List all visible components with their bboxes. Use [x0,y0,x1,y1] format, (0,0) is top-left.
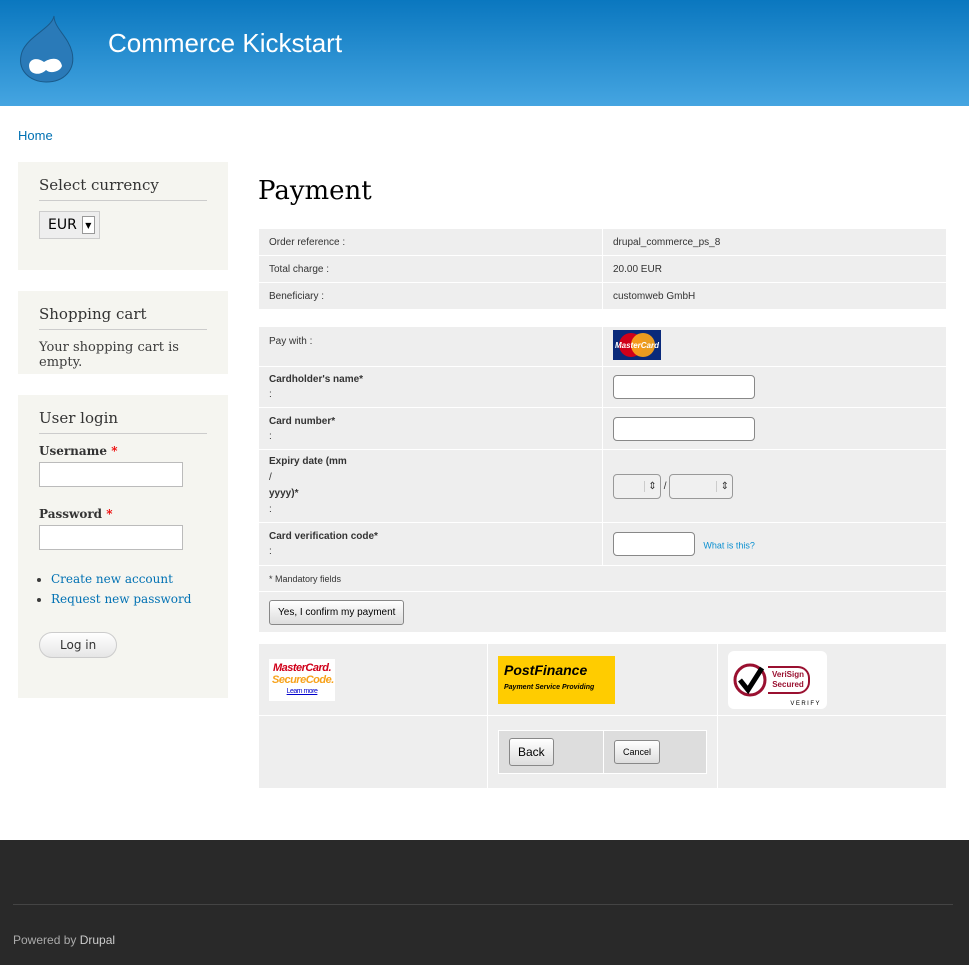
request-password-link[interactable]: Request new password [51,592,191,606]
postfinance-logo: PostFinance Payment Service Providing [498,655,615,704]
info-label: Order reference : [258,228,603,256]
footer-divider [13,904,953,905]
info-label: Total charge : [258,255,603,283]
block-title: User login [39,409,207,434]
svg-text:MasterCard: MasterCard [615,341,660,350]
dropdown-arrow-icon: ▼ [81,216,95,234]
info-value: 20.00 EUR [602,255,947,283]
info-value: customweb GmbH [602,282,947,310]
mastercard-logo-icon: MasterCard [613,330,661,360]
learn-more-link[interactable]: Learn more [272,686,332,698]
info-value: drupal_commerce_ps_8 [602,228,947,256]
expiry-year-select[interactable]: ⇕ [669,473,734,499]
cvc-label: Card verification code* [269,531,378,542]
site-name[interactable]: Commerce Kickstart [108,28,342,59]
breadcrumb-home[interactable]: Home [18,128,53,143]
block-title: Shopping cart [39,305,207,330]
cvc-input[interactable] [613,532,695,556]
currency-block: Select currency EUR ▼ [18,162,228,270]
powered-by: Powered by Drupal [13,933,116,947]
cardholder-label: Cardholder's name* [269,374,364,385]
table-row: Beneficiary : customweb GmbH [258,282,947,310]
pay-with-label: Pay with : [258,326,603,367]
table-row: Order reference : drupal_commerce_ps_8 [258,228,947,256]
cart-empty-text: Your shopping cart is empty. [39,340,179,370]
cart-block: Shopping cart Your shopping cart is empt… [18,291,228,374]
drupal-logo-icon[interactable] [16,14,76,84]
verisign-logo: VeriSign Secured VERIFY [728,650,827,709]
table-row: Total charge :20.00 EUR [258,255,947,283]
login-button[interactable]: Log in [39,632,118,658]
site-header: Commerce Kickstart [0,0,969,106]
mandatory-note: * Mandatory fields [258,565,947,592]
payment-form-table: Pay with : MasterCard Cardholder's name*… [258,326,947,633]
create-account-link[interactable]: Create new account [51,572,173,586]
confirm-payment-button[interactable]: Yes, I confirm my payment [269,599,405,625]
spinner-icon: ⇕ [644,480,660,492]
info-label: Beneficiary : [258,282,603,310]
check-icon [733,663,767,696]
card-number-input[interactable] [613,416,755,441]
password-label: Password * [39,507,113,521]
mastercard-securecode-logo[interactable]: MasterCard. SecureCode. Learn more [269,658,335,701]
cardholder-input[interactable] [613,375,755,399]
cancel-button[interactable]: Cancel [614,740,661,764]
password-input[interactable] [39,525,183,550]
username-label: Username * [39,444,118,458]
order-info-table: Order reference : drupal_commerce_ps_8 To… [258,228,947,310]
block-title: Select currency [39,176,207,201]
what-is-this-link[interactable]: What is this? [703,541,755,551]
currency-value: EUR [48,217,77,233]
card-number-label: Card number* [269,415,336,427]
login-block: User login Username * Password * Create … [18,395,228,698]
currency-select[interactable]: EUR ▼ [39,211,100,239]
back-button[interactable]: Back [509,738,554,766]
expiry-separator: / [663,480,667,492]
site-footer: Powered by Drupal [0,840,969,965]
logos-table: MasterCard. SecureCode. Learn more PostFin… [258,643,947,789]
expiry-month-select[interactable]: ⇕ [613,473,661,499]
drupal-link[interactable]: Drupal [80,933,115,947]
page-title: Payment [258,176,372,206]
spinner-icon: ⇕ [716,480,732,492]
username-input[interactable] [39,462,183,487]
expiry-label: Expiry date (mm [269,456,347,467]
